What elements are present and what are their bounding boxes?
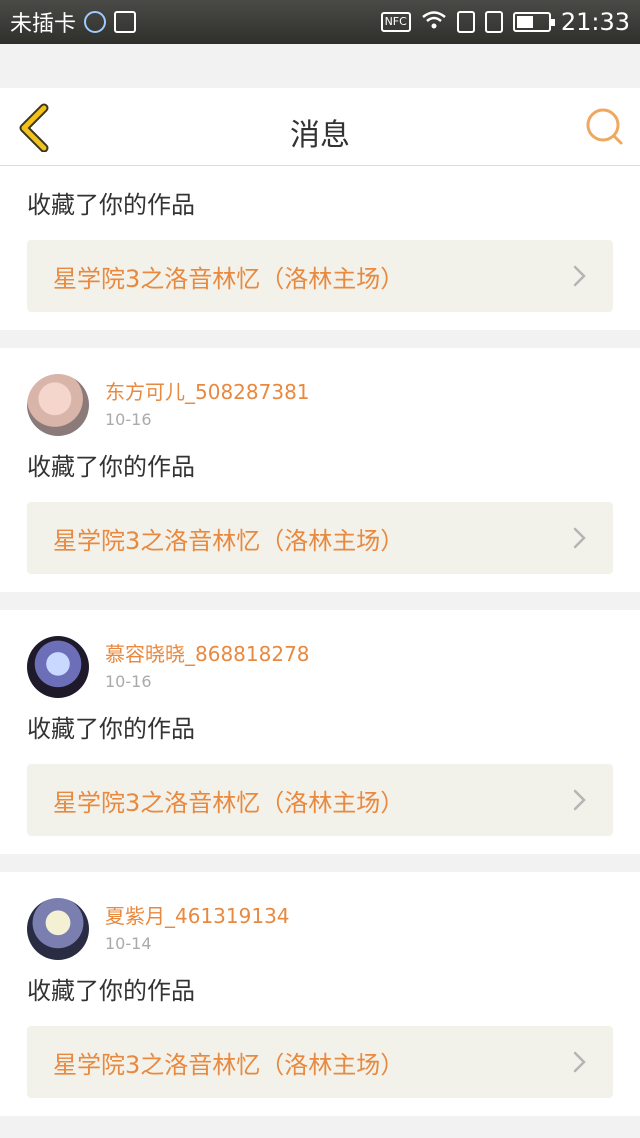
user-row: 夏紫月_461319134 10-14 <box>27 898 613 960</box>
message-date: 10-16 <box>105 410 152 429</box>
work-link[interactable]: 星学院3之洛音林忆（洛林主场） <box>27 764 613 836</box>
list-item: 夏紫月_461319134 10-14 收藏了你的作品 星学院3之洛音林忆（洛林… <box>0 872 640 1116</box>
qq-icon <box>84 11 107 33</box>
action-text: 收藏了你的作品 <box>27 715 195 743</box>
carrier-label: 未插卡 <box>10 12 77 37</box>
list-item: 收藏了你的作品 星学院3之洛音林忆（洛林主场） <box>0 166 640 330</box>
image-icon <box>114 11 137 33</box>
action-text: 收藏了你的作品 <box>27 191 195 219</box>
chevron-right-icon <box>573 527 586 549</box>
user-row: 慕容晓晓_868818278 10-16 <box>27 636 613 698</box>
status-bar: 未插卡 NFC 21:33 <box>0 0 640 44</box>
list-item: 东方可儿_508287381 10-16 收藏了你的作品 星学院3之洛音林忆（洛… <box>0 348 640 592</box>
work-link[interactable]: 星学院3之洛音林忆（洛林主场） <box>27 1026 613 1098</box>
username[interactable]: 慕容晓晓_868818278 <box>105 641 310 667</box>
work-link[interactable]: 星学院3之洛音林忆（洛林主场） <box>27 502 613 574</box>
search-button[interactable] <box>584 106 626 148</box>
search-icon <box>586 108 623 145</box>
chevron-right-icon <box>573 265 586 287</box>
wifi-icon <box>421 10 447 35</box>
action-text: 收藏了你的作品 <box>27 977 195 1005</box>
page-title: 消息 <box>290 118 350 153</box>
message-list: 收藏了你的作品 星学院3之洛音林忆（洛林主场） 东方可儿_508287381 1… <box>0 166 640 1116</box>
chevron-right-icon <box>573 789 586 811</box>
avatar[interactable] <box>27 636 89 698</box>
message-date: 10-16 <box>105 672 152 691</box>
clock: 21:33 <box>560 8 630 36</box>
user-row: 东方可儿_508287381 10-16 <box>27 374 613 436</box>
work-title: 星学院3之洛音林忆（洛林主场） <box>53 1050 405 1079</box>
sim-icon <box>484 11 503 33</box>
message-date: 10-14 <box>105 934 152 953</box>
work-title: 星学院3之洛音林忆（洛林主场） <box>53 526 405 555</box>
nfc-icon: NFC <box>380 12 411 32</box>
list-item: 慕容晓晓_868818278 10-16 收藏了你的作品 星学院3之洛音林忆（洛… <box>0 610 640 854</box>
avatar[interactable] <box>27 374 89 436</box>
username[interactable]: 东方可儿_508287381 <box>105 379 310 405</box>
chevron-right-icon <box>573 1051 586 1073</box>
battery-icon <box>512 12 555 32</box>
avatar[interactable] <box>27 898 89 960</box>
work-link[interactable]: 星学院3之洛音林忆（洛林主场） <box>27 240 613 312</box>
work-title: 星学院3之洛音林忆（洛林主场） <box>53 788 405 817</box>
username[interactable]: 夏紫月_461319134 <box>105 903 290 929</box>
work-title: 星学院3之洛音林忆（洛林主场） <box>53 264 405 293</box>
action-text: 收藏了你的作品 <box>27 453 195 481</box>
sim-icon <box>456 11 475 33</box>
app-header: 消息 <box>0 88 640 166</box>
